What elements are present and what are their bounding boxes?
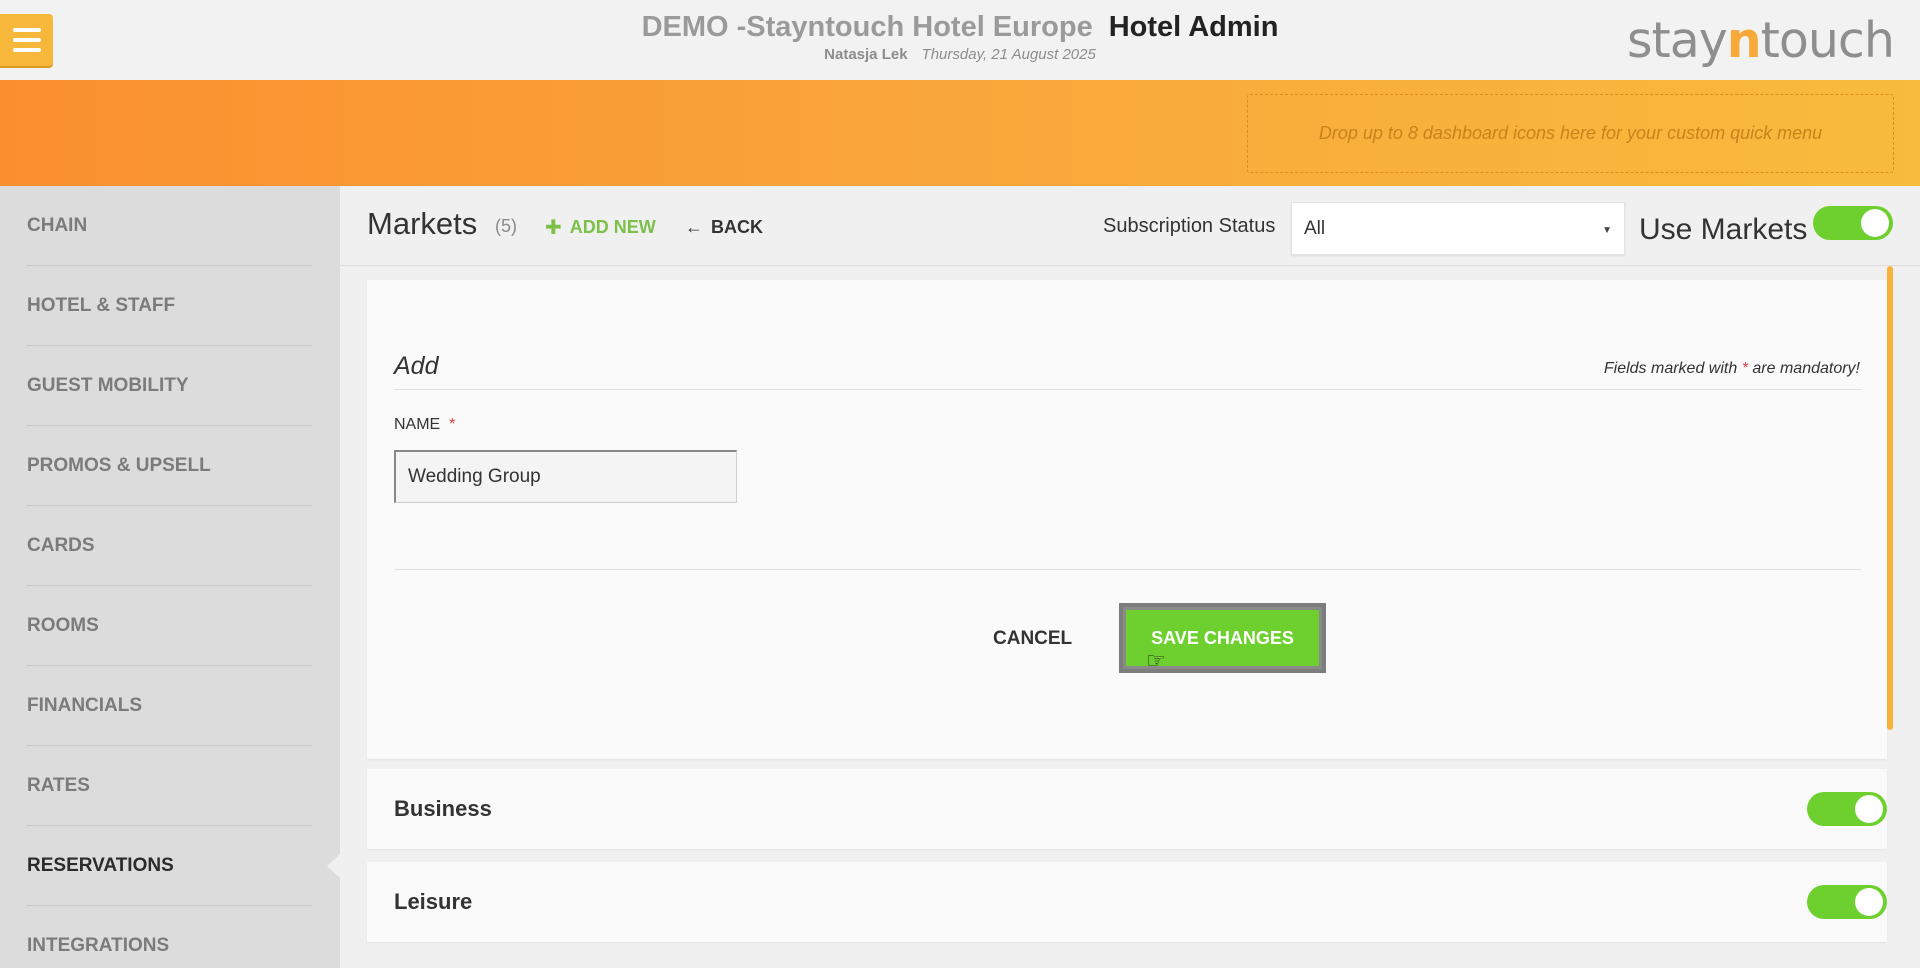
markets-count: (5): [495, 216, 517, 236]
add-market-form: Add Fields marked with * are mandatory! …: [367, 280, 1887, 759]
arrow-left-icon: ←: [685, 217, 703, 237]
hand-pointer-icon: ☞: [1146, 648, 1166, 673]
subscription-status-label: Subscription Status: [1103, 215, 1276, 237]
market-toggle-business[interactable]: [1807, 792, 1887, 826]
divider: [394, 389, 1861, 390]
sidebar-item-chain[interactable]: CHAIN: [27, 186, 312, 266]
toggle-knob: [1855, 888, 1883, 916]
back-label: BACK: [711, 217, 763, 237]
active-item-pointer: [327, 853, 341, 879]
sidebar-item-cards[interactable]: CARDS: [27, 506, 312, 586]
stayntouch-logo: stayntouch: [1627, 12, 1895, 69]
add-new-button[interactable]: ✚ ADD NEW: [545, 217, 656, 238]
business-date: Thursday, 21 August 2025: [921, 46, 1096, 63]
toggle-knob: [1855, 795, 1883, 823]
cancel-button[interactable]: CANCEL: [993, 628, 1072, 650]
plus-icon: ✚: [545, 216, 562, 239]
divider: [394, 569, 1861, 570]
market-name: Leisure: [394, 889, 473, 914]
user-name: Natasja Lek: [824, 46, 908, 63]
market-toggle-leisure[interactable]: [1807, 885, 1887, 919]
caret-down-icon: ▼: [1602, 225, 1612, 236]
sidebar-item-financials[interactable]: FINANCIALS: [27, 666, 312, 746]
main-content: Markets (5) ✚ ADD NEW ← BACK Subscriptio…: [340, 186, 1920, 968]
subscription-status-value: All: [1304, 217, 1326, 239]
sidebar: CHAIN HOTEL & STAFF GUEST MOBILITY PROMO…: [0, 186, 340, 968]
sidebar-item-reservations[interactable]: RESERVATIONS: [27, 826, 312, 906]
form-title: Add: [394, 352, 439, 380]
sidebar-item-rooms[interactable]: ROOMS: [27, 586, 312, 666]
back-button[interactable]: ← BACK: [685, 217, 763, 238]
use-markets-toggle[interactable]: [1813, 206, 1893, 240]
page-title: Markets: [367, 206, 478, 241]
sidebar-item-hotel-staff[interactable]: HOTEL & STAFF: [27, 266, 312, 346]
sidebar-item-guest-mobility[interactable]: GUEST MOBILITY: [27, 346, 312, 426]
use-markets-label: Use Markets: [1639, 213, 1808, 246]
quick-menu-dropzone[interactable]: Drop up to 8 dashboard icons here for yo…: [1247, 94, 1894, 173]
name-field-label: NAME *: [394, 416, 456, 433]
subscription-status-select[interactable]: All ▼: [1291, 202, 1625, 255]
app-name: Hotel Admin: [1108, 11, 1279, 43]
sidebar-item-integrations[interactable]: INTEGRATIONS: [27, 906, 312, 968]
market-name: Business: [394, 796, 492, 821]
scrollbar[interactable]: [1887, 266, 1893, 730]
sidebar-item-promos-upsell[interactable]: PROMOS & UPSELL: [27, 426, 312, 506]
top-bar: DEMO -Stayntouch Hotel Europe Hotel Admin…: [0, 0, 1920, 80]
sidebar-item-rates[interactable]: RATES: [27, 746, 312, 826]
toggle-knob: [1861, 209, 1889, 237]
mandatory-note: Fields marked with * are mandatory!: [1603, 360, 1860, 377]
name-input[interactable]: [394, 450, 737, 503]
add-new-label: ADD NEW: [569, 217, 656, 237]
hotel-name: DEMO -Stayntouch Hotel Europe: [641, 11, 1093, 43]
page-header: Markets (5) ✚ ADD NEW ← BACK Subscriptio…: [340, 186, 1920, 266]
market-row-leisure[interactable]: Leisure: [367, 862, 1887, 942]
market-row-business[interactable]: Business: [367, 769, 1887, 849]
